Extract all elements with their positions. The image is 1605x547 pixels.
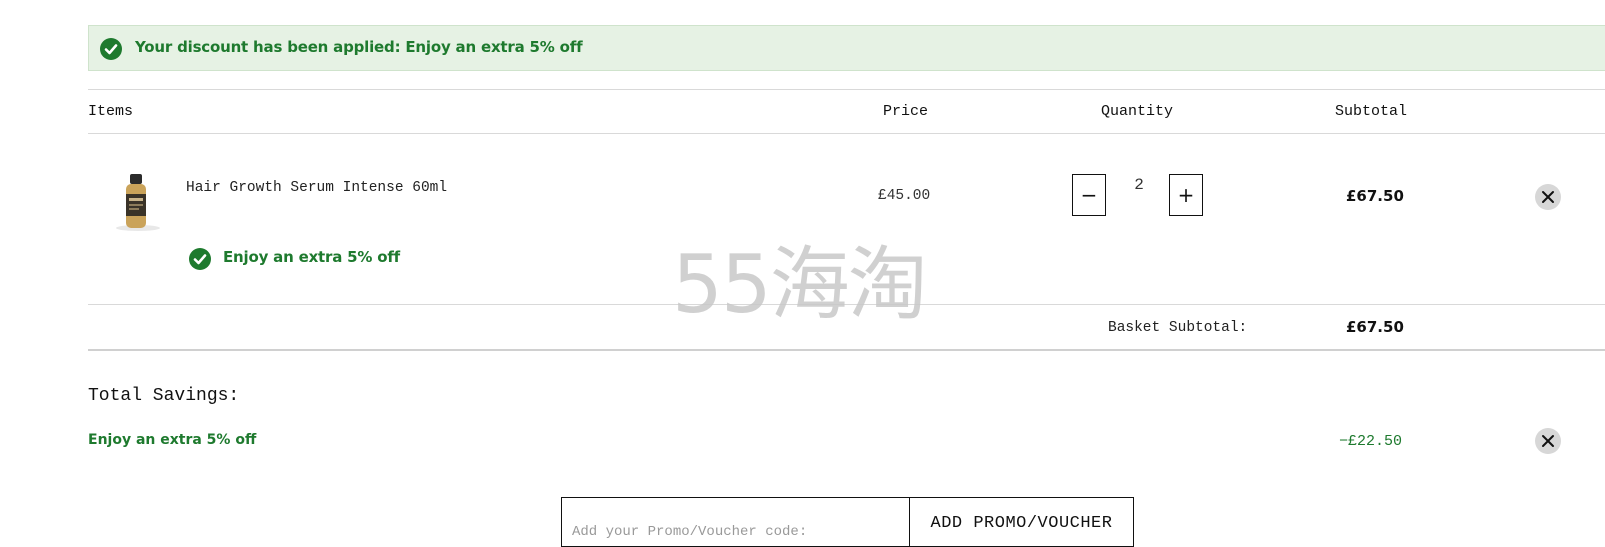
add-promo-button[interactable]: ADD PROMO/VOUCHER [909,497,1134,547]
quantity-increment-button[interactable]: + [1169,174,1203,216]
quantity-decrement-button[interactable]: − [1072,174,1106,216]
header-subtotal: Subtotal [1335,103,1408,120]
item-price: £45.00 [878,188,931,204]
close-icon [1542,435,1554,447]
item-subtotal: £67.50 [1346,187,1404,205]
check-circle-icon [189,248,211,270]
product-name[interactable]: Hair Growth Serum Intense 60ml [186,180,447,196]
savings-discount-name: Enjoy an extra 5% off [88,432,257,448]
divider [88,89,1605,90]
item-promo-label: Enjoy an extra 5% off [223,248,401,266]
watermark: 55海淘 [672,238,928,331]
header-items: Items [88,103,134,120]
product-image[interactable] [108,170,164,234]
header-quantity: Quantity [1101,103,1174,120]
savings-discount-amount: −£22.50 [1339,433,1403,450]
promo-code-input[interactable] [561,497,910,547]
check-circle-icon [100,38,122,60]
header-price: Price [883,103,929,120]
divider [88,304,1605,305]
basket-subtotal-value: £67.50 [1346,318,1404,336]
remove-discount-button[interactable] [1535,428,1561,454]
close-icon [1542,191,1554,203]
quantity-value: 2 [1134,176,1144,194]
remove-item-button[interactable] [1535,184,1561,210]
discount-banner: Your discount has been applied: Enjoy an… [88,25,1605,71]
basket-subtotal-label: Basket Subtotal: [1108,320,1248,336]
discount-banner-message: Your discount has been applied: Enjoy an… [135,38,583,56]
divider [88,133,1605,134]
divider [88,349,1605,351]
total-savings-title: Total Savings: [88,386,240,406]
